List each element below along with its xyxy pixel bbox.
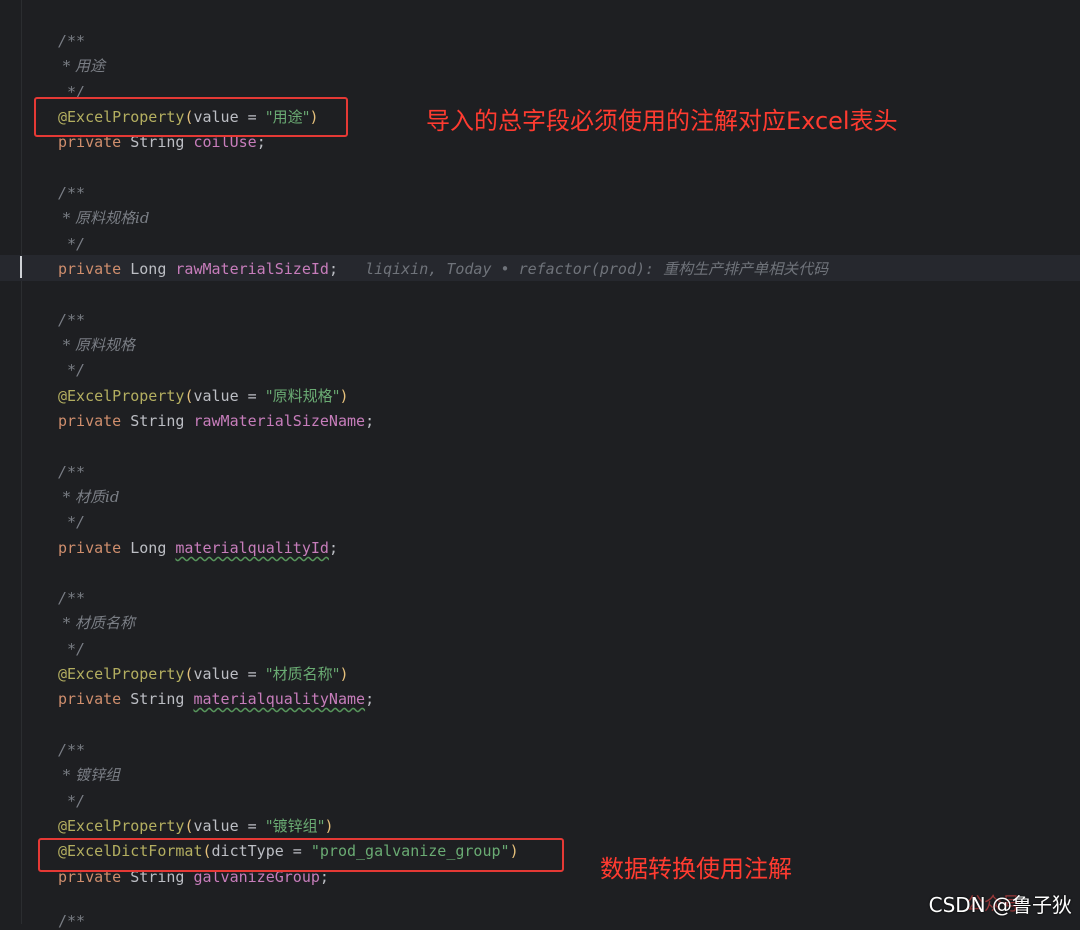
field-name: rawMaterialSizeId bbox=[175, 260, 329, 278]
javadoc-comment: * 原料规格 bbox=[58, 336, 136, 354]
annotation-name: @ExcelProperty bbox=[58, 387, 185, 405]
annotation-name: @ExcelProperty bbox=[58, 665, 185, 683]
field-declaration: private String rawMaterialSizeName; bbox=[58, 412, 375, 430]
javadoc-comment: * 材质名称 bbox=[58, 614, 136, 632]
csdn-watermark: CSDN @鲁子狄 bbox=[928, 893, 1072, 917]
javadoc-open: /** bbox=[58, 463, 86, 481]
text-caret bbox=[20, 256, 22, 278]
javadoc-close: */ bbox=[58, 792, 86, 810]
javadoc-open: /** bbox=[58, 311, 86, 329]
annotation-value: "镀锌组" bbox=[265, 817, 325, 835]
javadoc-open: /** bbox=[58, 589, 86, 607]
javadoc-close: */ bbox=[58, 235, 86, 253]
annotation-line: @ExcelProperty(value = "原料规格") bbox=[58, 387, 349, 405]
editor-gutter bbox=[21, 0, 22, 924]
field-declaration: private String materialqualityName; bbox=[58, 690, 375, 708]
javadoc-close: */ bbox=[58, 513, 86, 531]
javadoc-close: */ bbox=[58, 361, 86, 379]
javadoc-open: /** bbox=[58, 32, 86, 50]
dict-format-highlight-box bbox=[38, 838, 564, 872]
excel-property-highlight-box bbox=[34, 97, 348, 137]
annotation-name: @ExcelProperty bbox=[58, 817, 185, 835]
javadoc-open-partial: /** bbox=[58, 912, 86, 930]
javadoc-open: /** bbox=[58, 184, 86, 202]
dict-convert-note: 数据转换使用注解 bbox=[600, 855, 792, 883]
javadoc-close: */ bbox=[58, 640, 86, 658]
javadoc-comment: * 用途 bbox=[58, 57, 106, 75]
javadoc-comment: * 镀锌组 bbox=[58, 766, 121, 784]
annotation-line: @ExcelProperty(value = "镀锌组") bbox=[58, 817, 334, 835]
javadoc-comment: * 原料规格id bbox=[58, 209, 150, 227]
git-blame-annotation: liqixin, Today • refactor(prod): 重构生产排产单… bbox=[365, 260, 829, 278]
javadoc-open: /** bbox=[58, 741, 86, 759]
annotation-value: "材质名称" bbox=[265, 665, 340, 683]
field-declaration: private Long rawMaterialSizeId; liqixin,… bbox=[58, 260, 829, 278]
javadoc-comment: * 材质id bbox=[58, 488, 120, 506]
field-name: materialqualityName bbox=[193, 690, 366, 708]
annotation-value: "原料规格" bbox=[265, 387, 340, 405]
field-declaration: private Long materialqualityId; bbox=[58, 539, 338, 557]
excel-header-note: 导入的总字段必须使用的注解对应Excel表头 bbox=[426, 107, 898, 135]
field-name: materialqualityId bbox=[175, 539, 329, 557]
field-name: rawMaterialSizeName bbox=[193, 412, 366, 430]
annotation-line: @ExcelProperty(value = "材质名称") bbox=[58, 665, 349, 683]
